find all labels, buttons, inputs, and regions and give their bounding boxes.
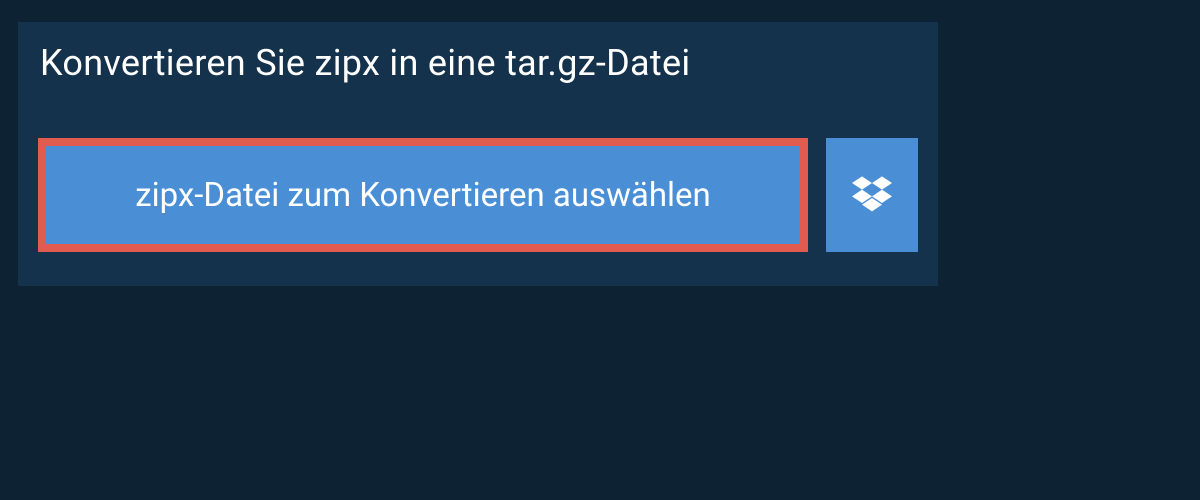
- select-file-button[interactable]: zipx-Datei zum Konvertieren auswählen: [38, 138, 808, 252]
- action-row: zipx-Datei zum Konvertieren auswählen: [18, 106, 938, 286]
- select-file-label: zipx-Datei zum Konvertieren auswählen: [135, 176, 711, 215]
- dropbox-button[interactable]: [826, 138, 918, 252]
- dropbox-icon: [852, 173, 892, 217]
- page-title: Konvertieren Sie zipx in eine tar.gz-Dat…: [18, 22, 938, 106]
- converter-panel: Konvertieren Sie zipx in eine tar.gz-Dat…: [18, 22, 938, 286]
